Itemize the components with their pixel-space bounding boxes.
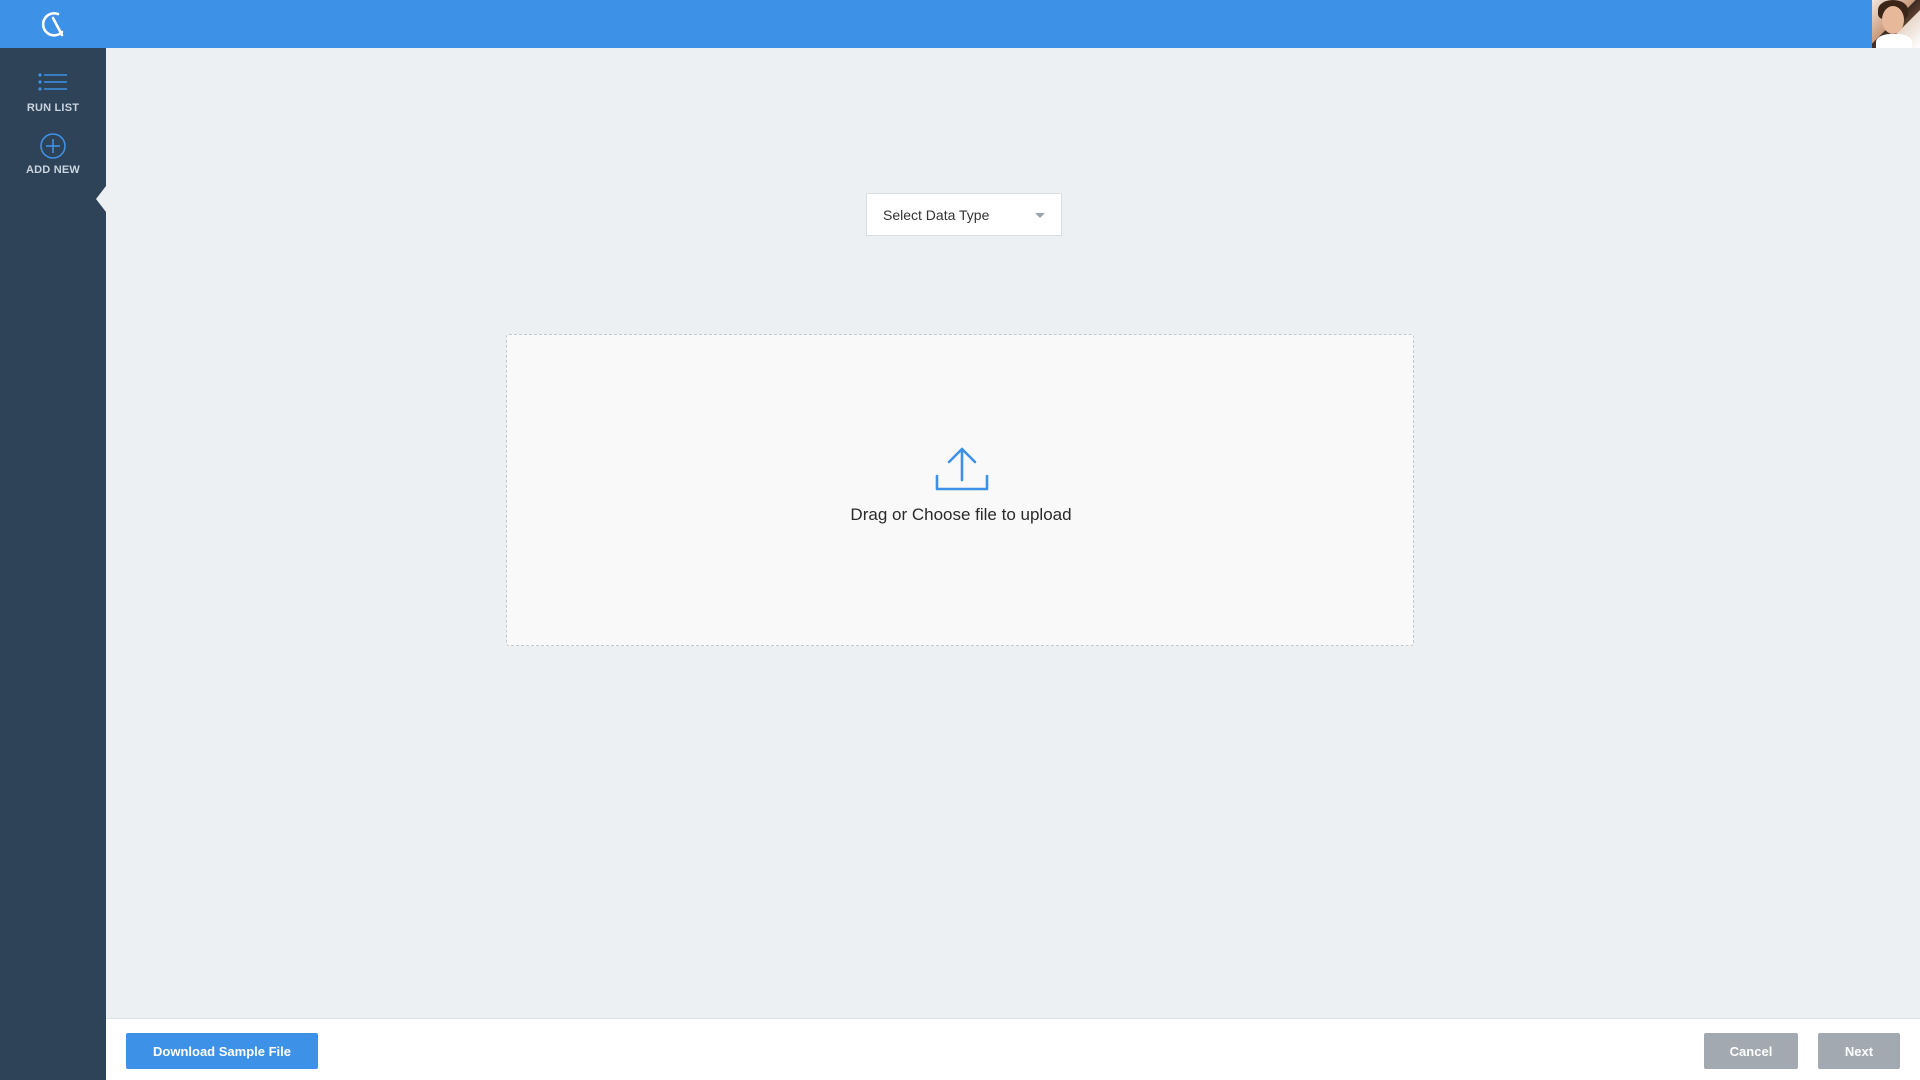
sidebar-item-add-new[interactable]: ADD NEW (0, 132, 106, 192)
file-dropzone[interactable]: Drag or Choose file to upload (506, 334, 1414, 646)
upload-icon (935, 447, 989, 491)
data-type-select-value: Select Data Type (883, 206, 990, 223)
footer-bar: Download Sample File Cancel Next (106, 1018, 1920, 1080)
top-bar (0, 0, 1920, 48)
chevron-down-icon (1035, 213, 1045, 218)
main-content: Select Data Type Drag or Choose file to … (106, 48, 1920, 1018)
active-indicator (96, 186, 106, 212)
avatar-face (1882, 6, 1904, 34)
next-button[interactable]: Next (1818, 1033, 1900, 1069)
plus-circle-icon (40, 133, 66, 159)
sidebar-item-label: ADD NEW (26, 164, 80, 176)
user-avatar[interactable] (1872, 0, 1920, 48)
dropzone-text: Drag or Choose file to upload (850, 505, 1072, 524)
app-logo-icon[interactable] (36, 8, 68, 40)
list-icon (38, 73, 67, 91)
data-type-select[interactable]: Select Data Type (866, 193, 1062, 236)
sidebar-item-label: RUN LIST (26, 102, 80, 114)
sidebar-item-run-list[interactable]: RUN LIST (0, 70, 106, 130)
download-sample-file-button[interactable]: Download Sample File (126, 1033, 318, 1069)
avatar-body (1876, 34, 1912, 48)
sidebar: RUN LIST ADD NEW (0, 48, 106, 1080)
cancel-button[interactable]: Cancel (1704, 1033, 1798, 1069)
